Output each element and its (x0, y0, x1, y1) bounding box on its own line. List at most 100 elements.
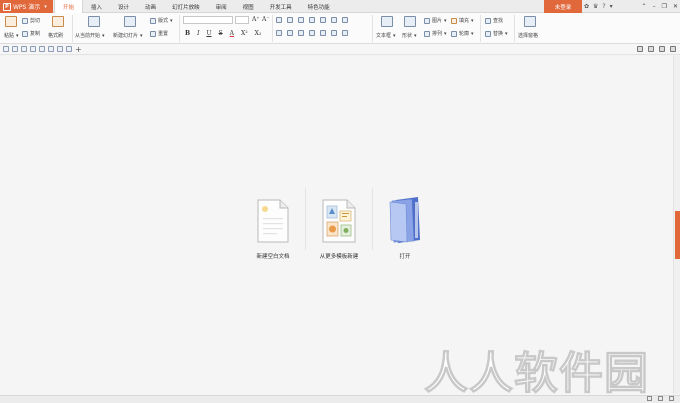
collapse-ribbon-icon[interactable]: ⌃ (642, 3, 647, 10)
app-menu-button[interactable]: P WPS 演示 ▾ (0, 0, 53, 13)
tab-animation[interactable]: 动画 (137, 0, 164, 13)
decrease-indent-icon[interactable] (298, 17, 304, 23)
text-direction-icon[interactable] (342, 17, 348, 23)
select-pane-icon-wrap[interactable] (524, 16, 536, 27)
reset-icon (150, 30, 156, 37)
caret-down-icon: ▾ (44, 3, 47, 10)
grow-font-button[interactable]: A⁺ (252, 16, 260, 23)
new-blank-label: 新建空白文档 (256, 254, 290, 260)
tab-review[interactable]: 审阅 (208, 0, 235, 13)
paste-icon (5, 16, 17, 27)
align-center-icon[interactable] (287, 30, 293, 36)
wps-logo-icon: P (3, 2, 11, 11)
superscript-button[interactable]: X² (241, 30, 248, 37)
smart-art-icon[interactable] (342, 30, 348, 36)
window-tab-controls (637, 46, 676, 52)
strike-button[interactable]: S (219, 30, 223, 37)
skin-icon[interactable]: ✿ (584, 3, 589, 10)
new-tab-plus-icon[interactable]: + (75, 45, 82, 54)
open-folder-icon[interactable] (3, 46, 9, 52)
new-from-template[interactable]: 从更多模板新建 (314, 198, 364, 260)
undo-icon[interactable] (48, 46, 54, 52)
save-icon[interactable] (12, 46, 18, 52)
shape-icon (404, 16, 416, 27)
minimize-icon[interactable]: – (653, 3, 656, 10)
numbered-list-icon[interactable] (287, 17, 293, 23)
layout-button[interactable]: 版式 ▾ (150, 17, 173, 24)
columns-icon[interactable] (331, 17, 337, 23)
arrange-button[interactable]: 排列 ▾ (424, 30, 447, 37)
watermark-char: 人 (424, 348, 469, 400)
layout-icon (150, 17, 156, 24)
line-spacing-icon[interactable] (320, 17, 326, 23)
increase-indent-icon[interactable] (309, 17, 315, 23)
font-name-select[interactable] (183, 16, 233, 24)
shirt-icon[interactable]: ♛ (593, 3, 598, 10)
shape-icon-wrap[interactable] (404, 16, 416, 27)
print-preview-icon[interactable] (30, 46, 36, 52)
subscript-button[interactable]: X₂ (255, 30, 262, 37)
template-document-icon (322, 199, 356, 243)
bold-button[interactable]: B (185, 30, 190, 37)
picture-button[interactable]: 图片 ▾ (424, 17, 447, 24)
tab-developer[interactable]: 开发工具 (262, 0, 300, 13)
side-panel-toggle[interactable] (675, 211, 680, 259)
italic-button[interactable]: I (197, 30, 199, 37)
tab-special[interactable]: 特色功能 (300, 0, 338, 13)
open-folder-icon (389, 197, 420, 243)
bullet-list-icon[interactable] (276, 17, 282, 23)
from-current-icon-wrap[interactable] (88, 16, 100, 27)
help-icon[interactable]: ? (602, 3, 605, 10)
new-slide-icon-wrap[interactable] (124, 16, 136, 27)
export-pdf-icon[interactable] (39, 46, 45, 52)
tab-view[interactable]: 视图 (235, 0, 262, 13)
open-document[interactable]: 打开 (385, 196, 425, 260)
new-blank-document[interactable]: 新建空白文档 (252, 198, 294, 260)
from-current-button[interactable]: 从当前开始 ▾ (75, 32, 105, 40)
tile-icon[interactable] (648, 46, 654, 52)
format-painter-icon-wrap[interactable] (52, 16, 64, 27)
tab-home[interactable]: 开始 (54, 0, 84, 14)
redo-icon[interactable] (57, 46, 63, 52)
select-pane-button[interactable]: 选择窗格 (518, 32, 538, 39)
customize-dropdown-icon[interactable] (66, 46, 72, 52)
group-separator (272, 15, 273, 42)
paste-button[interactable] (5, 16, 17, 27)
textbox-button[interactable]: 文本框 ▾ (376, 32, 396, 40)
textbox-icon-wrap[interactable] (381, 16, 393, 27)
outline-button[interactable]: 轮廓 ▾ (451, 30, 474, 37)
align-right-icon[interactable] (298, 30, 304, 36)
justify-icon[interactable] (309, 30, 315, 36)
format-painter-button[interactable]: 格式刷 (48, 32, 63, 39)
pin-icon[interactable] (637, 46, 643, 52)
font-color-button[interactable]: A (230, 30, 234, 37)
underline-button[interactable]: U (206, 30, 211, 37)
cut-button[interactable]: 剪切 (22, 17, 40, 24)
dropdown-icon[interactable]: ▾ (610, 3, 613, 10)
print-icon[interactable] (21, 46, 27, 52)
tab-slideshow[interactable]: 幻灯片放映 (164, 0, 208, 13)
align-left-icon[interactable] (276, 30, 282, 36)
group-separator (72, 15, 73, 42)
copy-button[interactable]: 复制 (22, 30, 40, 37)
fill-button[interactable]: 填充 ▾ (451, 17, 474, 24)
new-slide-button[interactable]: 新建幻灯片 ▾ (113, 32, 143, 40)
tab-close-icon[interactable] (670, 46, 676, 52)
tab-design[interactable]: 设计 (110, 0, 137, 13)
shape-button[interactable]: 形状 ▾ (402, 32, 417, 40)
login-button[interactable]: 未登录 (544, 0, 582, 13)
distribute-icon[interactable] (320, 30, 326, 36)
restore-icon[interactable]: ❐ (662, 3, 667, 10)
list-view-icon[interactable] (659, 46, 665, 52)
replace-button[interactable]: 替换 ▾ (485, 30, 508, 37)
close-icon[interactable]: ✕ (673, 3, 678, 10)
vertical-align-icon[interactable] (331, 30, 337, 36)
find-button[interactable]: 查找 (485, 17, 503, 24)
system-icons: ✿ ♛ ? ▾ (584, 0, 613, 13)
watermark-char: 件 (559, 348, 604, 400)
tab-insert[interactable]: 插入 (83, 0, 110, 13)
reset-button[interactable]: 重置 (150, 30, 168, 37)
paste-label[interactable]: 粘贴 ▾ (4, 32, 19, 40)
shrink-font-button[interactable]: A⁻ (262, 16, 270, 23)
font-size-select[interactable] (235, 16, 249, 24)
